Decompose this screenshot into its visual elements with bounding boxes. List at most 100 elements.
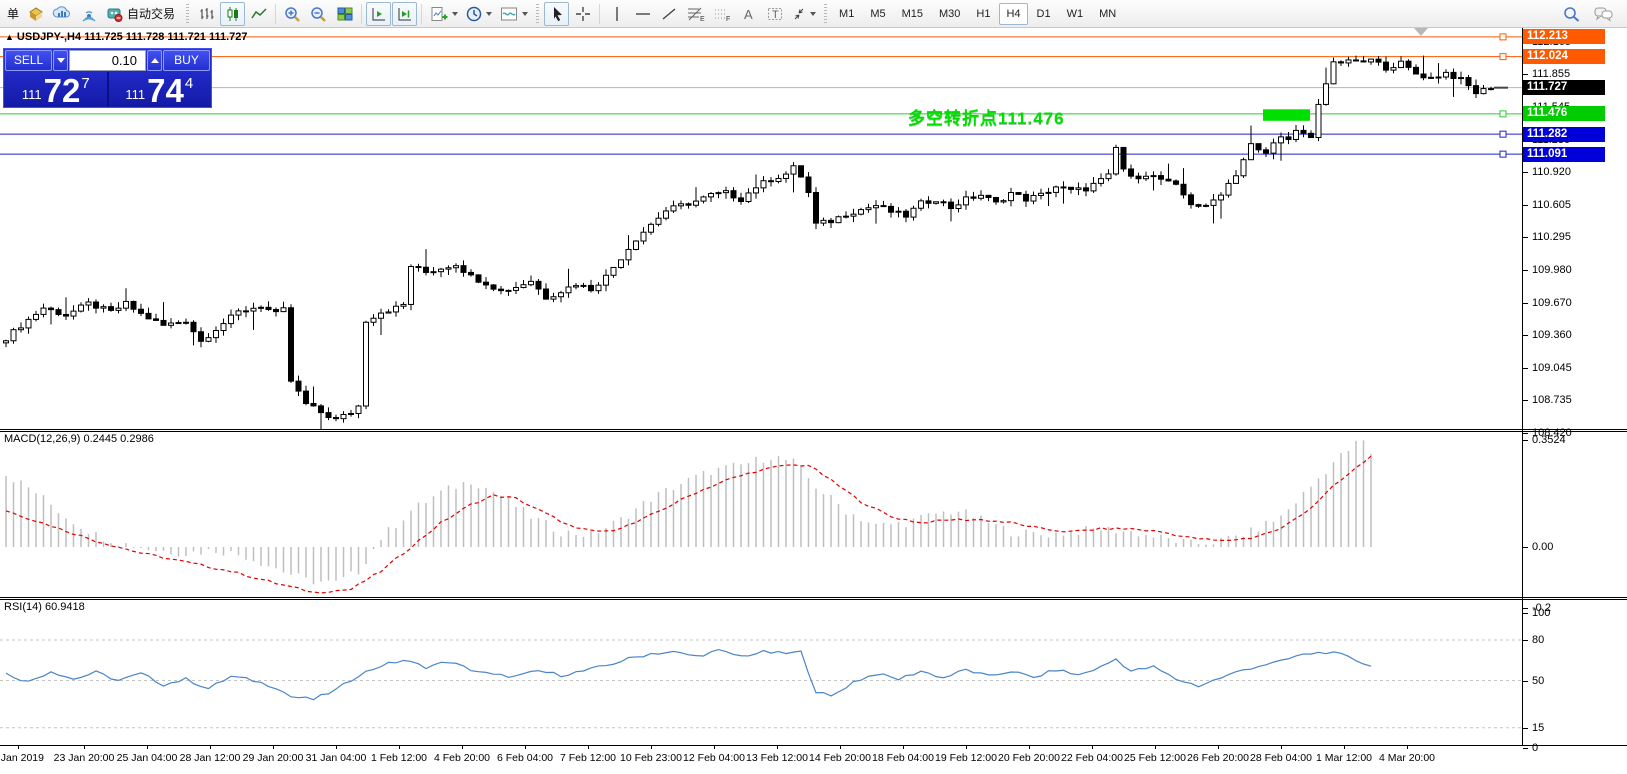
dropdown-caret [452, 12, 458, 16]
time-tick [462, 745, 463, 749]
time-label: 25 Jan 04:00 [117, 752, 178, 764]
zoom-out-icon[interactable] [306, 2, 331, 26]
periods-clock-icon[interactable] [462, 2, 495, 26]
timeframe-d1[interactable]: D1 [1030, 3, 1058, 25]
time-tick [18, 745, 19, 749]
time-label: 31 Jan 04:00 [306, 752, 367, 764]
line-chart-icon[interactable] [246, 2, 271, 26]
signals-icon[interactable] [76, 2, 101, 26]
time-tick [651, 745, 652, 749]
time-tick [336, 745, 337, 749]
main-toolbar: 单 自动交易 E F A T M1 [0, 0, 1627, 28]
time-tick [1029, 745, 1030, 749]
time-label: 19 Feb 12:00 [935, 752, 997, 764]
macd-label: MACD(12,26,9) 0.2445 0.2986 [4, 433, 154, 445]
time-label: 6 Feb 04:00 [497, 752, 553, 764]
price-tick: 108.735 [1523, 394, 1627, 407]
mt4-window: 单 自动交易 E F A T M1 [0, 0, 1627, 774]
cloud-chart-icon[interactable] [49, 2, 75, 26]
autotrading-label: 自动交易 [124, 5, 178, 22]
volume-up-button[interactable] [147, 50, 162, 71]
pane-separator[interactable] [0, 597, 1627, 598]
one-click-trading-panel: SELL BUY 111727 111744 [3, 48, 212, 108]
timeframe-strip: M1M5M15M30H1H4D1W1MN [832, 3, 1123, 25]
metaeditor-icon[interactable] [23, 2, 48, 26]
time-tick [210, 745, 211, 749]
toolbar-grip[interactable] [536, 4, 539, 24]
search-icon[interactable] [1559, 2, 1584, 26]
price-tick: 15 [1523, 722, 1627, 735]
timeframe-h1[interactable]: H1 [969, 3, 997, 25]
price-tag: 111.727 [1523, 80, 1605, 95]
dropdown-caret [522, 12, 528, 16]
sell-button[interactable]: SELL [5, 50, 52, 71]
label-tool-icon[interactable]: T [762, 2, 787, 26]
zoom-in-icon[interactable] [280, 2, 305, 26]
chart-shift-icon[interactable] [392, 2, 417, 26]
time-tick [1218, 745, 1219, 749]
time-tick [399, 745, 400, 749]
price-tag: 111.091 [1523, 147, 1605, 162]
templates-icon[interactable] [496, 2, 531, 26]
text-tool-icon[interactable]: A [736, 2, 761, 26]
toolbar-separator [275, 4, 276, 24]
toolbar-grip[interactable] [824, 4, 827, 24]
time-tick [714, 745, 715, 749]
timeframe-mn[interactable]: MN [1092, 3, 1123, 25]
price-tick: 0.3524 [1523, 434, 1627, 447]
pane-separator[interactable] [0, 431, 1627, 432]
pane-separator[interactable] [0, 429, 1627, 430]
fibonacci-icon[interactable]: E [682, 2, 708, 26]
toolbar-grip[interactable] [186, 4, 189, 24]
chat-icon[interactable] [1590, 2, 1617, 26]
tile-windows-icon[interactable] [332, 2, 357, 26]
timeframe-m15[interactable]: M15 [895, 3, 930, 25]
time-tick [840, 745, 841, 749]
vertical-line-icon[interactable] [604, 2, 629, 26]
buy-button[interactable]: BUY [163, 50, 210, 71]
caret-up-icon [151, 58, 159, 63]
timeframe-h4[interactable]: H4 [999, 3, 1027, 25]
horizontal-line-icon[interactable] [630, 2, 655, 26]
cursor-icon[interactable] [544, 2, 569, 26]
auto-scroll-icon[interactable] [366, 2, 391, 26]
time-tick [1344, 745, 1345, 749]
time-tick [777, 745, 778, 749]
time-label: 4 Feb 20:00 [434, 752, 490, 764]
trendline-icon[interactable] [656, 2, 681, 26]
rsi-label: RSI(14) 60.9418 [4, 601, 85, 613]
dropdown-caret [810, 12, 816, 16]
time-axis[interactable]: 2 Jan 201923 Jan 20:0025 Jan 04:0028 Jan… [0, 745, 1627, 774]
caret-down-icon [57, 58, 65, 63]
time-tick [1281, 745, 1282, 749]
price-axis[interactable]: 112.165111.855111.545111.230110.920110.6… [1523, 28, 1627, 774]
buy-price[interactable]: 111744 [109, 72, 211, 107]
timeframe-w1[interactable]: W1 [1060, 3, 1091, 25]
time-tick [1407, 745, 1408, 749]
new-indicator-icon[interactable] [426, 2, 461, 26]
chart-canvas[interactable] [0, 28, 1522, 765]
chart-symbol-icon: ▲ [5, 32, 14, 42]
arrows-tool-icon[interactable] [788, 2, 819, 26]
svg-text:T: T [772, 9, 779, 21]
timeframe-m30[interactable]: M30 [932, 3, 967, 25]
grid-icon[interactable]: F [709, 2, 735, 26]
chart-window: ▲USDJPY-,H4 111.725 111.728 111.721 111.… [0, 28, 1627, 774]
pane-separator[interactable] [0, 599, 1627, 600]
autotrading-button[interactable]: 自动交易 [102, 2, 181, 26]
crosshair-icon[interactable] [570, 2, 595, 26]
volume-down-button[interactable] [53, 50, 68, 71]
new-order-button[interactable]: 单 [4, 5, 22, 22]
candlestick-chart-icon[interactable] [220, 2, 245, 26]
timeframe-m1[interactable]: M1 [832, 3, 861, 25]
price-tick: 109.670 [1523, 297, 1627, 310]
price-tick: 0.00 [1523, 541, 1627, 554]
price-tick: 110.605 [1523, 199, 1627, 212]
timeframe-m5[interactable]: M5 [863, 3, 892, 25]
sell-price[interactable]: 111727 [5, 72, 109, 107]
price-tag: 111.282 [1523, 127, 1605, 142]
price-tick: 110.295 [1523, 231, 1627, 244]
time-label: 23 Jan 20:00 [54, 752, 115, 764]
volume-input[interactable] [69, 50, 146, 71]
bar-chart-icon[interactable] [194, 2, 219, 26]
